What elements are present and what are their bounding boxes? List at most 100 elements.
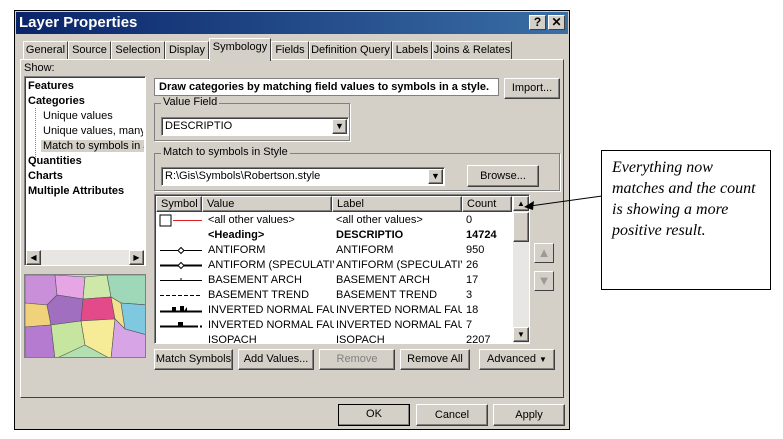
header-label[interactable]: Label [332, 196, 462, 212]
ok-button[interactable]: OK [338, 404, 410, 426]
scroll-right-icon[interactable]: ▶ [129, 250, 144, 265]
table-row[interactable]: <all other values> <all other values> 0 [156, 213, 512, 228]
value-field-select[interactable]: DESCRIPTIO ▼ [161, 117, 349, 136]
table-row[interactable]: BASEMENT TREND BASEMENT TREND 3 [156, 288, 512, 303]
header-count[interactable]: Count [462, 196, 512, 212]
row-value: INVERTED NORMAL FAUL [208, 304, 334, 316]
tree-quantities[interactable]: Quantities [28, 155, 82, 167]
cancel-button[interactable]: Cancel [416, 404, 488, 426]
style-select[interactable]: R:\Gis\Symbols\Robertson.style ▼ [161, 167, 445, 186]
move-down-button[interactable]: ▼ [534, 271, 554, 291]
table-row[interactable]: <Heading> DESCRIPTIO 14724 [156, 228, 512, 243]
style-group: Match to symbols in Style R:\Gis\Symbols… [154, 146, 560, 191]
window-title: Layer Properties [19, 14, 138, 31]
tree-unique-values[interactable]: Unique values [43, 110, 113, 122]
row-count: 950 [466, 244, 485, 256]
symbol-swatch [158, 318, 204, 333]
tree-match-to-symbols[interactable]: Match to symbols in a [41, 140, 144, 152]
callout-note: Everything now matches and the count is … [601, 150, 771, 290]
symbol-swatch [158, 213, 204, 228]
scroll-down-icon[interactable]: ▼ [513, 327, 529, 342]
row-label: INVERTED NORMAL FAUL [336, 304, 462, 316]
tab-fields[interactable]: Fields [271, 41, 309, 60]
symbol-swatch [158, 243, 204, 258]
row-value: ISOPACH [208, 334, 257, 344]
tab-symbology[interactable]: Symbology [209, 38, 271, 61]
row-label: <all other values> [336, 214, 423, 226]
style-legend: Match to symbols in Style [161, 146, 290, 158]
table-row[interactable]: INVERTED NORMAL FAUL INVERTED NORMAL FAU… [156, 303, 512, 318]
row-label: BASEMENT TREND [336, 289, 438, 301]
row-count: 14724 [466, 229, 497, 241]
symbology-panel: Show: Features Categories Unique values … [20, 59, 564, 398]
value-field-legend: Value Field [161, 96, 220, 108]
value-field-value: DESCRIPTIO [165, 120, 233, 132]
tab-source[interactable]: Source [68, 41, 111, 60]
close-button[interactable]: ✕ [548, 15, 565, 30]
show-tree: Features Categories Unique values Unique… [24, 76, 146, 266]
scroll-left-icon[interactable]: ◀ [26, 250, 41, 265]
row-value: <all other values> [208, 214, 295, 226]
row-label: ANTIFORM [336, 244, 394, 256]
callout-arrow [524, 195, 603, 210]
grid-body: <all other values> <all other values> 0 … [156, 213, 512, 344]
table-row[interactable]: INVERTED NORMAL FAUL INVERTED NORMAL FAU… [156, 318, 512, 333]
chevron-down-icon[interactable]: ▼ [428, 169, 443, 184]
tree-multiple-attributes[interactable]: Multiple Attributes [28, 185, 124, 197]
tree-h-scrollbar[interactable]: ◀ ▶ [26, 250, 144, 265]
tab-selection[interactable]: Selection [111, 41, 165, 60]
symbol-swatch [158, 303, 204, 318]
header-value[interactable]: Value [202, 196, 332, 212]
import-button[interactable]: Import... [504, 78, 560, 99]
header-symbol[interactable]: Symbol [156, 196, 202, 212]
description-text: Draw categories by matching field values… [159, 81, 490, 93]
tree-unique-values-many[interactable]: Unique values, many f [43, 125, 143, 137]
tab-general[interactable]: General [23, 41, 68, 60]
row-value: BASEMENT TREND [208, 289, 310, 301]
row-value: ANTIFORM (SPECULATIVE [208, 259, 334, 271]
row-value: BASEMENT ARCH [208, 274, 302, 286]
browse-button[interactable]: Browse... [467, 165, 539, 187]
row-value: INVERTED NORMAL FAUL [208, 319, 334, 331]
arrow-down-icon: ▼ [537, 273, 551, 288]
map-preview-image [25, 275, 145, 357]
tab-labels[interactable]: Labels [392, 41, 432, 60]
tree-categories[interactable]: Categories [28, 95, 85, 107]
tree-connector [35, 108, 36, 159]
table-row[interactable]: ANTIFORM (SPECULATIVE ANTIFORM (SPECULAT… [156, 258, 512, 273]
remove-button[interactable]: Remove [319, 349, 395, 370]
value-field-group: Value Field DESCRIPTIO ▼ [154, 96, 350, 141]
match-symbols-button[interactable]: Match Symbols [154, 349, 233, 370]
table-row[interactable]: ANTIFORM ANTIFORM 950 [156, 243, 512, 258]
add-values-button[interactable]: Add Values... [238, 349, 314, 370]
row-value: <Heading> [208, 229, 265, 241]
row-label: INVERTED NORMAL FAUL [336, 319, 462, 331]
row-count: 3 [466, 289, 473, 301]
tab-definition-query[interactable]: Definition Query [309, 41, 392, 60]
apply-button[interactable]: Apply [493, 404, 565, 426]
table-row[interactable]: ISOPACH ISOPACH 2207 [156, 333, 512, 344]
chevron-down-icon[interactable]: ▼ [332, 119, 347, 134]
advanced-button[interactable]: Advanced ▼ [479, 349, 555, 370]
row-count: 2207 [466, 334, 491, 344]
symbol-swatch [158, 273, 204, 288]
show-label: Show: [24, 62, 55, 74]
arrow-up-icon: ▲ [537, 245, 551, 260]
tab-display[interactable]: Display [165, 41, 209, 60]
tree-charts[interactable]: Charts [28, 170, 63, 182]
row-count: 17 [466, 274, 479, 286]
grid-header: Symbol Value Label Count [156, 196, 512, 212]
move-up-button[interactable]: ▲ [534, 243, 554, 263]
map-preview [24, 274, 146, 358]
chevron-down-icon: ▼ [539, 355, 547, 364]
row-value: ANTIFORM [208, 244, 266, 256]
tab-joins-relates[interactable]: Joins & Relates [432, 41, 512, 60]
layer-properties-dialog: Layer Properties ? ✕ General Source Sele… [14, 10, 570, 430]
help-button[interactable]: ? [529, 15, 546, 30]
title-bar[interactable]: Layer Properties ? ✕ [16, 12, 568, 34]
remove-all-button[interactable]: Remove All [400, 349, 470, 370]
table-row[interactable]: BASEMENT ARCH BASEMENT ARCH 17 [156, 273, 512, 288]
row-label: ISOPACH [336, 334, 385, 344]
row-count: 18 [466, 304, 479, 316]
tree-features[interactable]: Features [28, 80, 74, 92]
